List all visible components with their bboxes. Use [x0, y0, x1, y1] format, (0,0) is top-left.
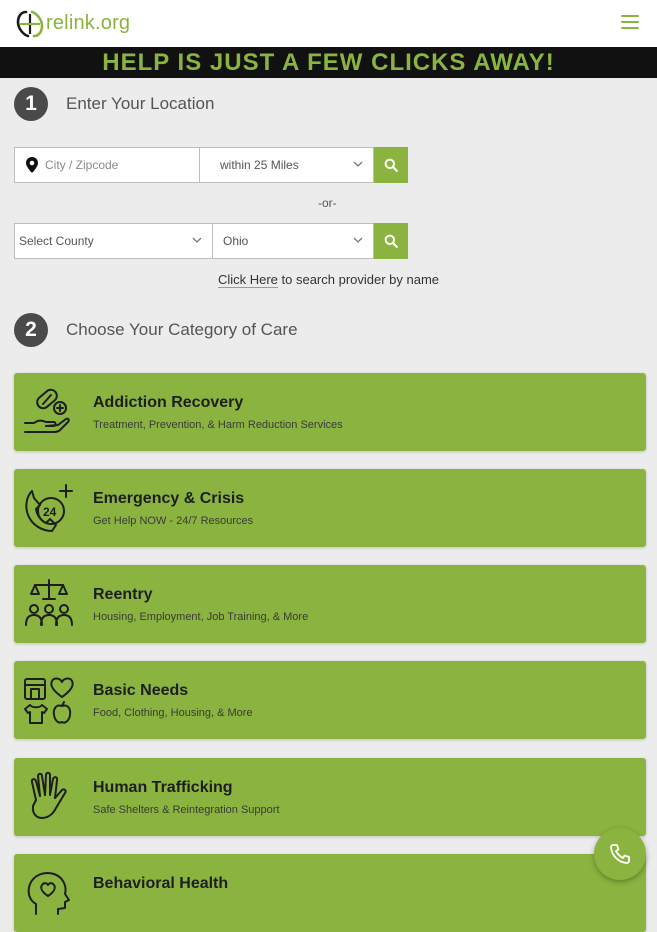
search-icon [384, 158, 398, 172]
step-number: 2 [14, 313, 48, 347]
category-reentry[interactable]: Reentry Housing, Employment, Job Trainin… [14, 565, 646, 643]
location-pin-icon [26, 157, 38, 173]
step-title: Enter Your Location [66, 94, 215, 113]
category-behavioral-health[interactable]: Behavioral Health [14, 854, 646, 932]
category-addiction-recovery[interactable]: Addiction Recovery Treatment, Prevention… [14, 373, 646, 451]
phone-icon [610, 844, 630, 864]
search-by-name-link[interactable]: Click Here [217, 272, 278, 288]
location-search-row: City / Zipcode within 25 Miles [14, 147, 408, 183]
chevron-down-icon [353, 161, 363, 167]
provider-search-hint: Click Here to search provider by name [0, 272, 657, 288]
tagline-banner: HELP IS JUST A FEW CLICKS AWAY! [0, 47, 657, 78]
category-title: Human Trafficking [93, 779, 233, 796]
relink-logo-icon [16, 10, 44, 37]
category-subtitle: Treatment, Prevention, & Harm Reduction … [93, 419, 343, 431]
logo-text: relink.org [46, 12, 131, 34]
category-title: Reentry [93, 586, 153, 603]
basic-needs-icon [24, 677, 74, 724]
category-human-trafficking[interactable]: Human Trafficking Safe Shelters & Reinte… [14, 758, 646, 836]
category-subtitle: Housing, Employment, Job Training, & Mor… [93, 611, 309, 623]
call-button[interactable] [594, 828, 646, 880]
radius-select[interactable]: within 25 Miles [200, 147, 374, 183]
category-title: Emergency & Crisis [93, 490, 245, 507]
county-search-button[interactable] [374, 223, 408, 259]
chevron-down-icon [353, 237, 363, 243]
site-header: relink.org [0, 0, 657, 47]
search-by-name-text: to search provider by name [277, 272, 440, 287]
city-zip-input[interactable]: City / Zipcode [14, 147, 200, 183]
category-emergency-crisis[interactable]: 24 Emergency & Crisis Get Help NOW - 24/… [14, 469, 646, 547]
county-value: Select County [19, 234, 94, 248]
search-icon [384, 234, 398, 248]
category-subtitle: Get Help NOW - 24/7 Resources [93, 515, 254, 527]
category-title: Addiction Recovery [93, 394, 244, 411]
county-select[interactable]: Select County [14, 223, 213, 259]
step-title: Choose Your Category of Care [66, 320, 298, 339]
location-search-button[interactable] [374, 147, 408, 183]
hamburger-icon[interactable] [621, 10, 641, 34]
scales-people-icon [25, 579, 73, 626]
pill-hand-icon [24, 388, 70, 433]
county-search-row: Select County Ohio [14, 223, 408, 259]
24-hour-phone-icon: 24 [25, 484, 73, 532]
city-zip-placeholder: City / Zipcode [45, 158, 119, 172]
state-value: Ohio [223, 234, 249, 248]
svg-text:24: 24 [43, 505, 57, 519]
raised-hand-icon [30, 771, 67, 819]
category-title: Basic Needs [93, 682, 189, 699]
step-2-heading: 2 Choose Your Category of Care [14, 313, 298, 347]
head-heart-icon [27, 872, 70, 915]
category-subtitle: Safe Shelters & Reintegration Support [93, 804, 280, 816]
state-select[interactable]: Ohio [213, 223, 374, 259]
category-title: Behavioral Health [93, 875, 229, 892]
or-divider: -or- [318, 196, 337, 210]
site-logo[interactable]: relink.org [16, 0, 130, 47]
chevron-down-icon [192, 237, 202, 243]
radius-value: within 25 Miles [220, 158, 299, 172]
step-number: 1 [14, 87, 48, 121]
category-subtitle: Food, Clothing, Housing, & More [93, 707, 253, 719]
category-basic-needs[interactable]: Basic Needs Food, Clothing, Housing, & M… [14, 661, 646, 739]
step-1-heading: 1 Enter Your Location [14, 87, 214, 121]
